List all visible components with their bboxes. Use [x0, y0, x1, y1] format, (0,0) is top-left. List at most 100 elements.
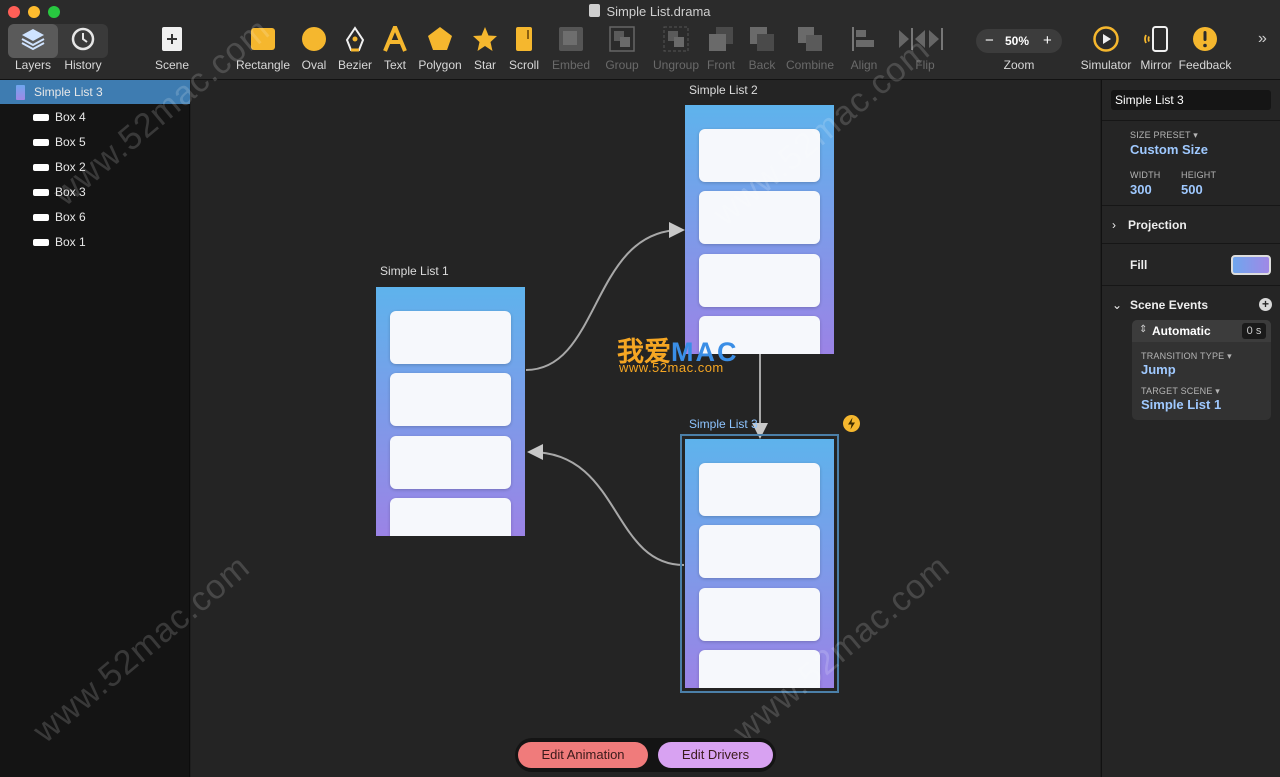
- history-button[interactable]: History: [58, 22, 108, 78]
- scene-title[interactable]: Simple List 2: [689, 83, 758, 97]
- combine-button[interactable]: Combine: [784, 22, 836, 78]
- scroll-icon: [516, 27, 532, 51]
- zoom-window-button[interactable]: [48, 6, 60, 18]
- chevron-right-icon: ›: [1112, 218, 1116, 232]
- oval-tool-button[interactable]: Oval: [296, 22, 332, 78]
- ungroup-label: Ungroup: [652, 58, 700, 72]
- list-card[interactable]: [390, 311, 511, 364]
- chevron-down-icon: ▾: [1215, 386, 1221, 396]
- polygon-tool-button[interactable]: Polygon: [414, 22, 466, 78]
- star-tool-button[interactable]: Star: [468, 22, 502, 78]
- connection-3-to-1[interactable]: [527, 444, 685, 566]
- divider: [1102, 243, 1280, 244]
- edit-animation-button[interactable]: Edit Animation: [518, 742, 648, 768]
- back-button[interactable]: Back: [744, 22, 780, 78]
- pentagon-icon: [428, 27, 452, 50]
- polygon-label: Polygon: [418, 58, 462, 72]
- bezier-tool-button[interactable]: Bezier: [334, 22, 376, 78]
- transition-type-label[interactable]: TRANSITION TYPE ▾: [1141, 351, 1232, 362]
- zoom-control: − 50% +: [976, 29, 1062, 53]
- zoom-out-button[interactable]: −: [985, 32, 994, 49]
- fill-color-swatch[interactable]: [1231, 255, 1271, 275]
- lightning-icon[interactable]: [843, 415, 860, 432]
- minimize-window-button[interactable]: [28, 6, 40, 18]
- group-button[interactable]: Group: [600, 22, 644, 78]
- layers-label: Layers: [14, 58, 52, 72]
- target-scene-text: TARGET SCENE: [1141, 386, 1213, 396]
- scroll-tool-button[interactable]: Scroll: [504, 22, 544, 78]
- layer-name: Box 4: [55, 110, 86, 124]
- simulator-button[interactable]: Simulator: [1078, 22, 1134, 78]
- list-card[interactable]: [390, 436, 511, 489]
- combine-icon: [798, 27, 822, 51]
- star-label: Star: [473, 58, 496, 72]
- pen-icon: [345, 26, 365, 52]
- rectangle-layer-icon: [33, 239, 49, 246]
- scene-connections: [525, 222, 768, 566]
- list-card[interactable]: [390, 498, 511, 536]
- layer-row[interactable]: Box 6: [0, 205, 190, 229]
- stepper-icon: ⇕: [1139, 324, 1148, 335]
- oval-label: Oval: [301, 58, 327, 72]
- projection-section[interactable]: › Projection: [1112, 218, 1187, 232]
- width-value[interactable]: 300: [1130, 182, 1152, 197]
- rectangle-layer-icon: [33, 164, 49, 171]
- front-button[interactable]: Front: [702, 22, 740, 78]
- play-icon: [1093, 26, 1119, 52]
- chevron-down-icon: ⌄: [1112, 298, 1123, 312]
- layer-name-field[interactable]: Simple List 3: [1111, 90, 1271, 110]
- mirror-button[interactable]: Mirror: [1136, 22, 1176, 78]
- list-card[interactable]: [699, 588, 820, 641]
- list-card[interactable]: [699, 254, 820, 307]
- toolbar-overflow-button[interactable]: »: [1258, 30, 1267, 48]
- fill-label: Fill: [1130, 258, 1148, 272]
- height-value[interactable]: 500: [1181, 182, 1203, 197]
- text-tool-icon: [383, 26, 407, 52]
- zoom-value[interactable]: 50%: [1005, 34, 1029, 48]
- canvas[interactable]: Simple List 1 Simple List 2 Simple List …: [26, 11, 1100, 777]
- layer-row[interactable]: Box 1: [0, 230, 190, 254]
- layer-name: Box 1: [55, 235, 86, 249]
- event-delay[interactable]: 0 s: [1242, 323, 1266, 339]
- list-card[interactable]: [390, 373, 511, 426]
- layers-icon: [21, 29, 45, 51]
- bottom-mode-bar: Edit Animation Edit Drivers: [515, 738, 776, 772]
- size-preset-value[interactable]: Custom Size: [1130, 142, 1208, 157]
- list-card[interactable]: [699, 463, 820, 516]
- list-card[interactable]: [699, 525, 820, 578]
- alert-icon: [1193, 27, 1217, 51]
- layers-button[interactable]: Layers: [8, 22, 58, 78]
- scene-events-label: Scene Events: [1130, 298, 1209, 312]
- history-label: History: [64, 58, 102, 72]
- scene-artboard[interactable]: [376, 287, 525, 536]
- new-scene-icon: [162, 27, 182, 51]
- ungroup-button[interactable]: Ungroup: [650, 22, 702, 78]
- scene-events-section[interactable]: ⌄ Scene Events: [1112, 298, 1208, 312]
- inspector-panel: Simple List 3 SIZE PRESET ▾ Custom Size …: [1101, 80, 1280, 777]
- history-icon: [71, 27, 95, 51]
- close-window-button[interactable]: [8, 6, 20, 18]
- target-scene-label[interactable]: TARGET SCENE ▾: [1141, 386, 1220, 397]
- transition-type-value[interactable]: Jump: [1141, 362, 1176, 377]
- zoom-in-button[interactable]: +: [1043, 32, 1052, 49]
- scene-title-selected[interactable]: Simple List 3: [689, 417, 758, 431]
- size-preset-label[interactable]: SIZE PRESET ▾: [1130, 130, 1198, 141]
- add-event-button[interactable]: +: [1259, 298, 1272, 311]
- layer-name: Box 5: [55, 135, 86, 149]
- text-tool-button[interactable]: Text: [378, 22, 412, 78]
- embed-icon: [559, 27, 583, 51]
- event-card: ⇕ Automatic 0 s TRANSITION TYPE ▾ Jump T…: [1132, 320, 1271, 420]
- feedback-label: Feedback: [1178, 58, 1232, 72]
- feedback-button[interactable]: Feedback: [1176, 22, 1234, 78]
- ungroup-icon: [663, 26, 689, 52]
- bezier-label: Bezier: [337, 58, 372, 72]
- mirror-label: Mirror: [1140, 58, 1172, 72]
- embed-button[interactable]: Embed: [548, 22, 594, 78]
- event-header[interactable]: ⇕ Automatic 0 s: [1132, 320, 1271, 342]
- chevron-down-icon: ▾: [1193, 130, 1198, 140]
- edit-drivers-button[interactable]: Edit Drivers: [658, 742, 773, 768]
- target-scene-value[interactable]: Simple List 1: [1141, 397, 1221, 412]
- event-type: Automatic: [1152, 324, 1211, 338]
- back-label: Back: [748, 58, 776, 72]
- scene-title[interactable]: Simple List 1: [380, 264, 449, 278]
